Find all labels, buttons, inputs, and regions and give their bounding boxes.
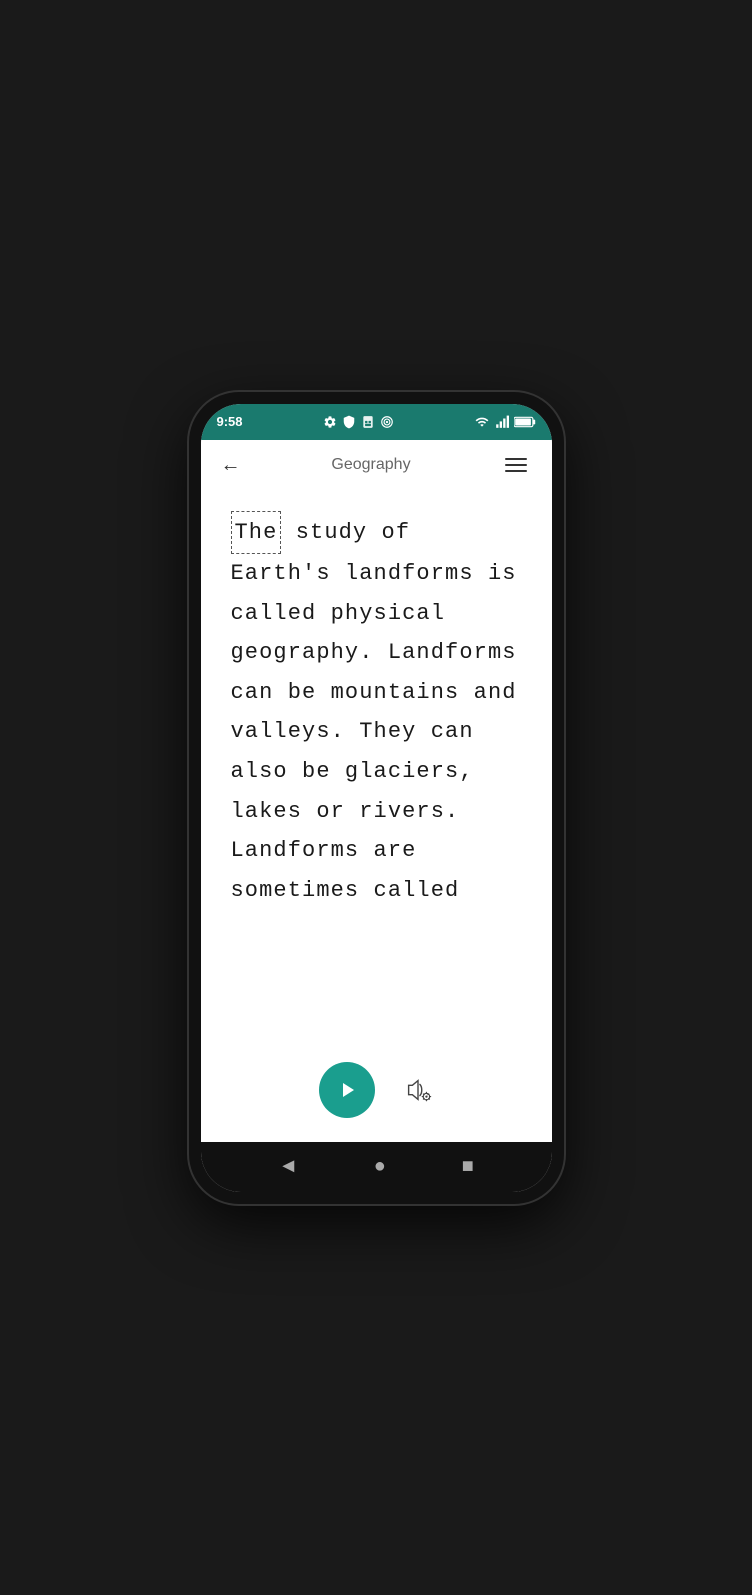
battery-icon [514, 415, 536, 429]
menu-button[interactable] [501, 454, 531, 476]
play-icon [335, 1078, 359, 1102]
signal-icon [494, 415, 510, 429]
nav-home-icon[interactable]: ● [374, 1155, 386, 1178]
menu-line-1 [505, 458, 527, 460]
content-area: The study of Earth's landforms is called… [201, 491, 552, 1046]
settings-icon [323, 415, 337, 429]
volume-settings-icon [403, 1075, 433, 1105]
shield-icon [342, 415, 356, 429]
back-arrow-icon: ← [221, 454, 241, 477]
status-icons-left [323, 415, 394, 429]
reading-text: The study of Earth's landforms is called… [231, 511, 522, 911]
status-bar: 9:58 [201, 404, 552, 440]
phone-frame: 9:58 [189, 392, 564, 1204]
nav-recent-icon[interactable]: ■ [462, 1155, 474, 1178]
highlighted-word[interactable]: The [231, 511, 282, 555]
menu-line-2 [505, 464, 527, 466]
nav-back-icon[interactable]: ◄ [278, 1155, 298, 1178]
sim-icon [361, 415, 375, 429]
text-body: study of Earth's landforms is called phy… [231, 520, 517, 903]
status-right-icons [474, 415, 536, 429]
wifi-icon [474, 415, 490, 429]
back-button[interactable]: ← [221, 454, 241, 477]
toolbar: ← Geography [201, 440, 552, 491]
menu-line-3 [505, 470, 527, 472]
nav-bar: ◄ ● ■ [201, 1142, 552, 1192]
audio-settings-button[interactable] [403, 1075, 433, 1105]
bottom-controls [201, 1046, 552, 1142]
phone-screen: 9:58 [201, 404, 552, 1192]
play-button[interactable] [319, 1062, 375, 1118]
page-title: Geography [331, 456, 410, 474]
status-time: 9:58 [217, 414, 243, 429]
antenna-icon [380, 415, 394, 429]
